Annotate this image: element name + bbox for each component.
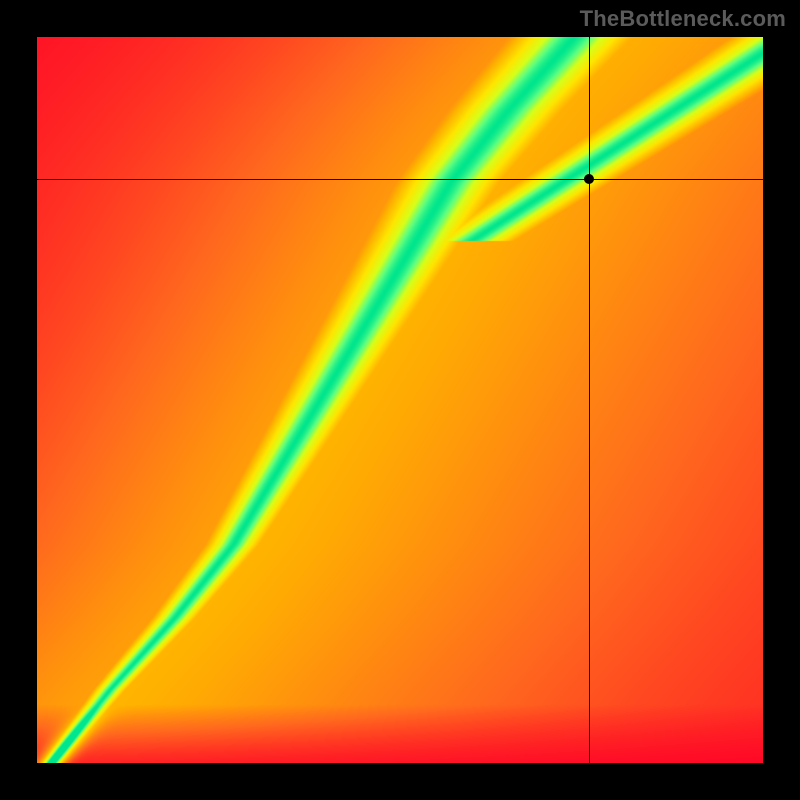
bottleneck-heatmap (37, 37, 763, 763)
crosshair-marker-dot (584, 174, 594, 184)
crosshair-horizontal (37, 179, 763, 180)
plot-area (37, 37, 763, 763)
watermark-label: TheBottleneck.com (580, 6, 786, 32)
chart-frame: TheBottleneck.com (0, 0, 800, 800)
crosshair-vertical (589, 37, 590, 763)
